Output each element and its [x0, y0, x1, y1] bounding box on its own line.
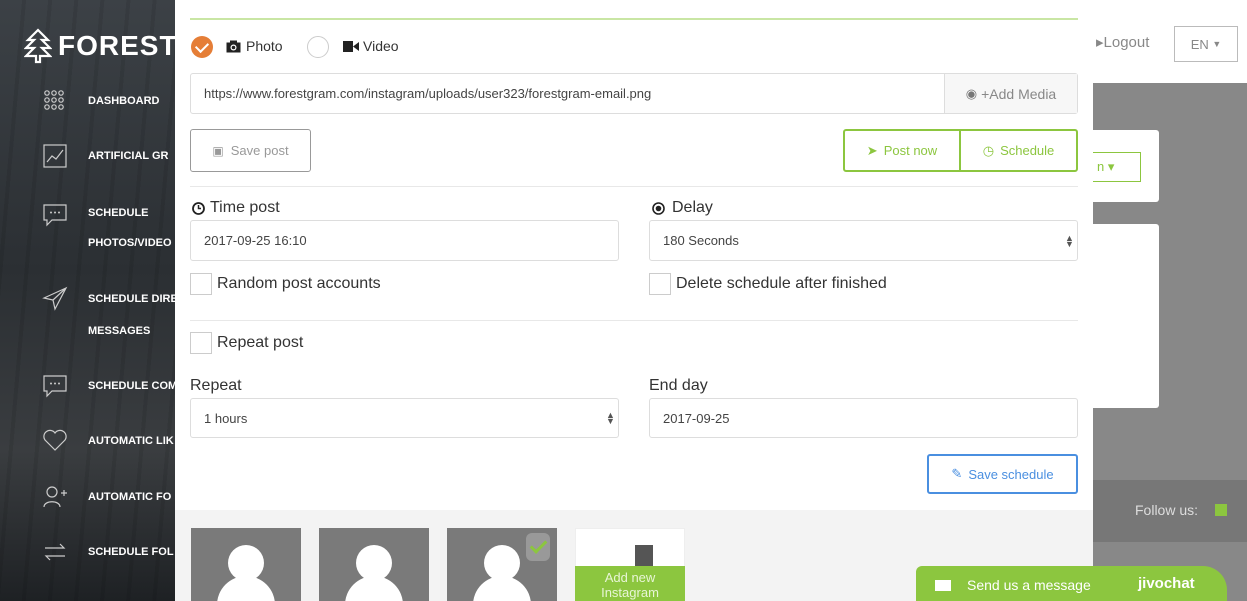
delete-after-checkbox[interactable] — [649, 273, 671, 295]
paper-plane-icon — [42, 286, 68, 311]
sidebar-item-label: ARTIFICIAL GR — [88, 150, 169, 162]
edit-icon: ✎ — [951, 466, 963, 481]
divider — [190, 320, 1078, 321]
language-label: EN — [1190, 36, 1209, 52]
background-card — [1093, 224, 1159, 408]
logout-label: Logout — [1103, 34, 1150, 51]
time-post-label: Time post — [210, 199, 280, 216]
add-account-label: Add new Instagram — [601, 570, 659, 600]
pine-tree-icon — [24, 28, 52, 64]
add-media-label: +Add Media — [981, 85, 1057, 102]
logo[interactable]: FOREST — [24, 28, 175, 64]
comment-icon — [43, 204, 67, 227]
clock-icon — [192, 202, 205, 215]
repeat-label: Repeat — [190, 377, 242, 394]
heart-icon — [43, 429, 67, 451]
select-arrows-icon: ▲ ▼ — [1065, 233, 1074, 249]
sidebar-item-label: DASHBOARD — [88, 95, 160, 107]
video-label: Video — [363, 38, 399, 54]
background-dropdown[interactable]: n ▾ — [1093, 152, 1141, 182]
sidebar-item-schedule-direct-messages[interactable]: SCHEDULE DIRE MESSAGES — [0, 286, 175, 337]
sidebar: FOREST DASHBOARD ARTIFICIAL GR SCHEDULE … — [0, 0, 175, 601]
photo-radio[interactable] — [191, 36, 213, 58]
repeat-post-checkbox[interactable] — [190, 332, 212, 354]
repeat-value: 1 hours — [204, 410, 248, 426]
schedule-label: Schedule — [1000, 143, 1055, 158]
add-account-button[interactable]: Add new Instagram — [575, 566, 685, 601]
avatar-body — [473, 576, 531, 601]
user-plus-icon — [43, 486, 67, 508]
photo-label: Photo — [246, 38, 283, 54]
delay-value: 180 Seconds — [663, 233, 739, 248]
caret-down-icon: n ▾ — [1097, 159, 1115, 174]
dot-circle-icon — [652, 202, 665, 215]
sidebar-item-automatic-follow[interactable]: AUTOMATIC FO — [0, 484, 175, 510]
account-card[interactable] — [191, 528, 301, 601]
end-day-label: End day — [649, 377, 708, 394]
save-post-button[interactable]: ▣ Save post — [190, 129, 311, 172]
post-now-label: Post now — [883, 143, 938, 158]
video-camera-icon — [343, 41, 359, 52]
dots-grid-icon — [44, 90, 64, 110]
time-post-input[interactable]: 2017-09-25 16:10 — [190, 220, 619, 261]
camera-icon: ◉ — [965, 85, 978, 101]
avatar-body — [345, 576, 403, 601]
sidebar-item-label: SCHEDULE COM — [88, 380, 175, 392]
delete-after-label: Delete schedule after finished — [676, 275, 887, 292]
floppy-disk-icon: ▣ — [212, 143, 224, 158]
repeat-icon — [44, 543, 66, 561]
delay-label: Delay — [672, 199, 713, 216]
repeat-select[interactable]: 1 hours — [190, 398, 619, 438]
logo-text: FOREST — [58, 30, 175, 61]
sidebar-item-schedule-photos[interactable]: SCHEDULE PHOTOS/VIDEO — [0, 200, 175, 250]
modal-top-border — [190, 18, 1078, 20]
sidebar-item-schedule-comments[interactable]: SCHEDULE COM — [0, 373, 175, 399]
camera-icon — [226, 40, 241, 53]
sidebar-item-artificial-growth[interactable]: ARTIFICIAL GR — [0, 143, 175, 169]
divider — [190, 186, 1078, 187]
clock-icon: ◷ — [982, 142, 995, 158]
video-radio[interactable] — [307, 36, 329, 58]
chart-line-icon — [43, 144, 67, 168]
account-card[interactable] — [319, 528, 429, 601]
save-schedule-button[interactable]: ✎ Save schedule — [927, 454, 1078, 494]
sidebar-item-label: SCHEDULE FOL — [88, 546, 174, 558]
avatar-body — [217, 576, 275, 601]
comment-icon — [43, 375, 67, 398]
save-schedule-label: Save schedule — [968, 466, 1054, 482]
sidebar-item-label-line2: MESSAGES — [88, 325, 151, 337]
sidebar-item-label: AUTOMATIC FO — [88, 491, 172, 503]
delay-select[interactable]: 180 Seconds — [649, 220, 1078, 261]
add-account-icon — [635, 545, 653, 567]
envelope-icon — [935, 580, 951, 591]
check-icon — [526, 533, 550, 561]
logout-link[interactable]: ▸Logout — [1096, 33, 1149, 51]
random-accounts-label: Random post accounts — [217, 275, 381, 292]
sidebar-item-label: SCHEDULE DIRE — [88, 293, 175, 305]
caret-down-icon: ▼ — [1212, 39, 1222, 49]
media-url-value: https://www.forestgram.com/instagram/upl… — [204, 86, 652, 101]
schedule-button[interactable]: ◷ Schedule — [959, 129, 1078, 172]
save-post-label: Save post — [230, 143, 289, 158]
select-arrows-icon: ▲ ▼ — [606, 410, 615, 426]
language-select[interactable]: EN ▼ — [1174, 26, 1238, 62]
sidebar-item-label-line2: PHOTOS/VIDEO — [88, 237, 172, 249]
add-media-button[interactable]: ◉ +Add Media — [944, 74, 1077, 113]
repeat-post-label: Repeat post — [217, 334, 304, 351]
sidebar-item-schedule-follow[interactable]: SCHEDULE FOL — [0, 539, 175, 565]
random-accounts-checkbox[interactable] — [190, 273, 212, 295]
end-day-value: 2017-09-25 — [663, 410, 730, 426]
social-icon[interactable] — [1215, 504, 1227, 516]
sidebar-item-label: AUTOMATIC LIK — [88, 435, 174, 447]
paper-plane-icon: ➤ — [866, 142, 878, 158]
chat-text: Send us a message — [967, 577, 1091, 593]
time-post-value: 2017-09-25 16:10 — [204, 233, 307, 248]
chat-brand: jivochat — [1138, 575, 1195, 592]
sidebar-item-label: SCHEDULE — [88, 207, 149, 219]
sidebar-item-automatic-likes[interactable]: AUTOMATIC LIK — [0, 428, 175, 454]
follow-us-label: Follow us: — [1135, 502, 1199, 518]
end-day-input[interactable]: 2017-09-25 — [649, 398, 1078, 438]
sidebar-item-dashboard[interactable]: DASHBOARD — [0, 88, 175, 114]
post-now-button[interactable]: ➤ Post now — [843, 129, 961, 172]
